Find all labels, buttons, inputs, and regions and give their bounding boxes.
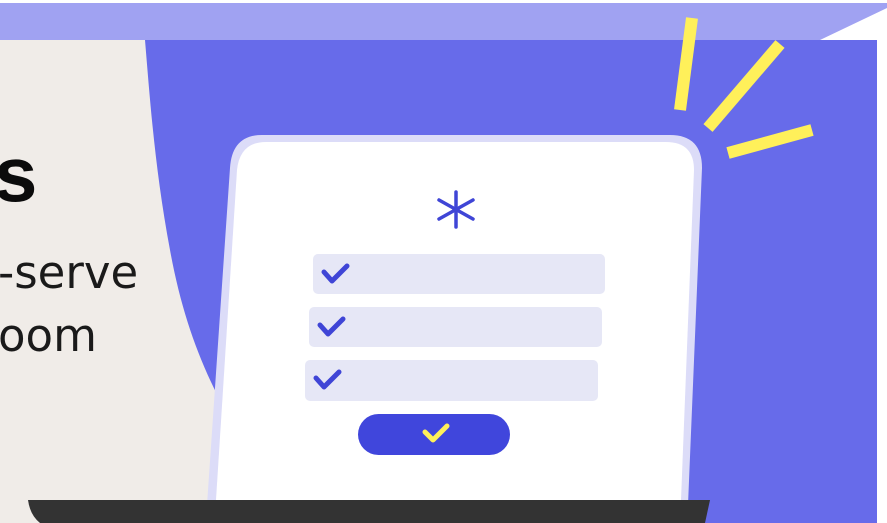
laptop-base: [28, 500, 710, 523]
form-row-1[interactable]: [313, 254, 605, 294]
headline-fragment: s: [0, 130, 38, 218]
subtext-line-1: -serve: [0, 246, 139, 299]
top-right-edge: [877, 40, 887, 523]
top-banner-strip: [0, 3, 887, 40]
form-row-3[interactable]: [305, 360, 598, 401]
form-row-2[interactable]: [309, 307, 602, 347]
subtext-line-2: oom: [0, 309, 97, 362]
submit-button[interactable]: [358, 414, 510, 455]
